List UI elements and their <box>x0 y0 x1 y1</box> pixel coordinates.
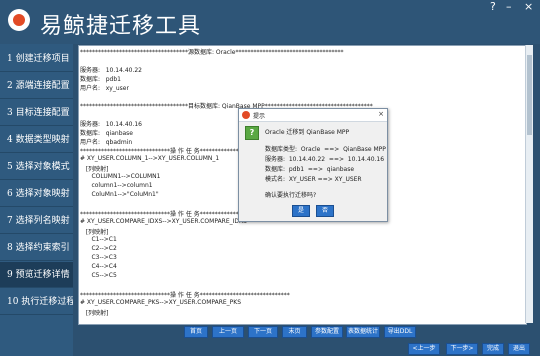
sidebar-item-step-10[interactable]: 10 执行迁移过程 <box>0 289 75 315</box>
confirm-dialog: 提示 × ? Oracle 迁移到 QianBase MPP 数据库类型: Or… <box>238 108 388 222</box>
log-line: # XY_USER.COMPARE_IDXS-->XY_USER.COMPARE… <box>80 218 247 225</box>
toolbar-button-5[interactable]: 参数配置 <box>311 326 343 338</box>
yes-button[interactable]: 是 <box>292 205 310 217</box>
minimize-icon[interactable]: – <box>506 0 512 13</box>
next-step-button[interactable]: 下一步> <box>446 343 478 355</box>
log-line: 服务器: 10.14.40.16 <box>80 121 143 128</box>
finish-button[interactable]: 完成 <box>482 343 504 355</box>
help-icon[interactable]: ? <box>490 0 496 13</box>
log-line: COLUMN1-->COLUMN1 <box>80 173 161 180</box>
prev-step-button[interactable]: <上一步 <box>408 343 440 355</box>
dialog-line: 数据库: pdb1 ==> qianbase <box>265 166 355 173</box>
app-logo-icon <box>242 111 250 119</box>
sidebar-item-step-4[interactable]: 4 数据类型映射 <box>0 127 73 153</box>
log-line: [列映射] <box>80 166 109 173</box>
log-line: C2-->C2 <box>80 245 117 252</box>
dialog-line: 模式名: XY_USER ==> XY_USER <box>265 176 362 183</box>
app-title: 易鲸捷迁移工具 <box>40 14 202 39</box>
log-line: ************************************源数据库… <box>80 49 344 56</box>
toolbar-button-4[interactable]: 末页 <box>282 326 307 338</box>
no-button[interactable]: 否 <box>316 205 334 217</box>
dialog-heading: Oracle 迁移到 QianBase MPP <box>265 129 350 136</box>
sidebar-item-step-2[interactable]: 2 源端连接配置 <box>0 73 73 99</box>
scrollbar-thumb[interactable] <box>527 55 532 135</box>
dialog-close-icon[interactable]: × <box>378 110 384 118</box>
toolbar-button-2[interactable]: 上一页 <box>212 326 244 338</box>
dialog-line: 服务器: 10.14.40.22 ==> 10.14.40.16 <box>265 156 385 163</box>
log-line: 数据库: qianbase <box>80 130 134 137</box>
close-icon[interactable]: × <box>524 0 533 13</box>
log-line: # XY_USER.COMPARE_PKS-->XY_USER.COMPARE_… <box>80 299 242 306</box>
toolbar-button-1[interactable]: 首页 <box>184 326 208 338</box>
sidebar-item-step-3[interactable]: 3 目标连接配置 <box>0 100 73 126</box>
dialog-title-bar: 提示 × <box>239 109 387 122</box>
log-line: ColuMn1-->"ColuMn1" <box>80 191 159 198</box>
log-line: column1-->column1 <box>80 182 153 189</box>
scrollbar[interactable] <box>525 45 533 323</box>
sidebar-item-step-1[interactable]: 1 创建迁移项目 <box>0 46 73 72</box>
toolbar-button-7[interactable]: 导出DDL <box>384 326 416 338</box>
log-line: 数据库: pdb1 <box>80 76 121 83</box>
log-line: ******************************操 作 任 务***… <box>80 292 290 299</box>
sidebar-item-step-5[interactable]: 5 选择对象模式 <box>0 154 73 180</box>
title-bar: 易鲸捷迁移工具 ? – × <box>0 0 540 44</box>
sidebar-item-step-6[interactable]: 6 选择对象映射 <box>0 181 73 207</box>
log-line: C1-->C1 <box>80 236 117 243</box>
log-line: 用户名: xy_user <box>80 85 129 92</box>
log-line: # XY_USER.COLUMN_1-->XY_USER.COLUMN_1 <box>80 155 220 162</box>
dialog-line: 数据库类型: Oracle ==> QianBase MPP <box>265 146 386 153</box>
log-line: C5-->C5 <box>80 272 117 279</box>
log-line: 用户名: qbadmin <box>80 139 133 146</box>
log-line: [列映射] <box>80 310 109 317</box>
sidebar-item-step-9[interactable]: 9 预览迁移详情 <box>0 262 73 288</box>
log-line: C4-->C4 <box>80 263 117 270</box>
dialog-title: 提示 <box>253 113 266 120</box>
sidebar-item-step-8[interactable]: 8 选择约束索引 <box>0 235 73 261</box>
dialog-question: 确认要执行迁移吗? <box>265 192 317 199</box>
log-line: C3-->C3 <box>80 254 117 261</box>
toolbar-button-3[interactable]: 下一页 <box>248 326 278 338</box>
toolbar-button-6[interactable]: 表数据统计 <box>346 326 380 338</box>
log-line: 服务器: 10.14.40.22 <box>80 67 143 74</box>
question-icon: ? <box>245 126 259 140</box>
sidebar-item-step-7[interactable]: 7 选择列名映射 <box>0 208 73 234</box>
app-logo-icon <box>8 9 30 31</box>
cancel-button[interactable]: 退出 <box>508 343 530 355</box>
log-line: [列映射] <box>80 229 109 236</box>
